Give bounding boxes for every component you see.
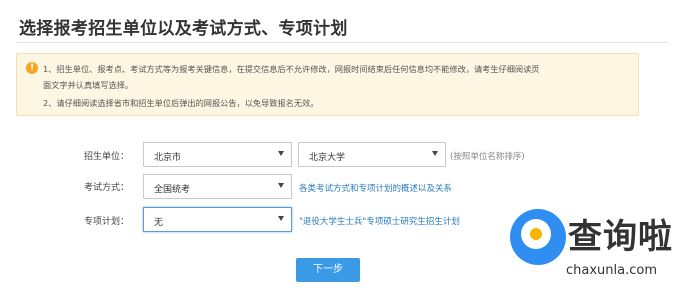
plan-label: 专项计划： <box>83 217 129 227</box>
notice-box: ! 1、招生单位、报考点、考试方式等为报考关键信息，在提交信息后不允许修改，网报… <box>16 53 639 116</box>
unit-label: 招生单位： <box>83 152 129 162</box>
title-divider <box>16 42 668 43</box>
chevron-down-icon <box>432 151 438 156</box>
notice-line-1: 1、招生单位、报考点、考试方式等为报考关键信息，在提交信息后不允许修改，网报时间… <box>43 64 540 74</box>
page-title: 选择报考招生单位以及考试方式、专项计划 <box>19 19 348 39</box>
chevron-down-icon <box>278 216 284 221</box>
province-select-value: 北京市 <box>154 153 182 163</box>
exclamation-icon: ! <box>26 62 38 74</box>
veteran-plan-link[interactable]: "退役大学生士兵"专项硕士研究生招生计划 <box>299 215 460 227</box>
special-plan-select[interactable]: 无 <box>143 207 292 232</box>
exam-overview-link[interactable]: 各类考试方式和专项计划的概述以及关系 <box>299 182 452 194</box>
chevron-down-icon <box>278 183 284 188</box>
exam-mode-select[interactable]: 全国统考 <box>143 174 292 199</box>
school-select-value: 北京大学 <box>309 153 346 163</box>
watermark-text-cn: 查询啦 <box>568 217 673 257</box>
next-step-button[interactable]: 下一步 <box>296 258 360 282</box>
exam-mode-value: 全国统考 <box>154 185 191 195</box>
search-logo-dot <box>530 228 542 240</box>
watermark-logo: 查询啦 chaxunla.com <box>506 203 676 289</box>
school-select[interactable]: 北京大学 <box>298 142 446 167</box>
special-plan-value: 无 <box>154 218 164 228</box>
unit-sort-hint: (按照单位名称排序) <box>450 152 525 162</box>
exam-label: 考试方式： <box>83 183 129 193</box>
chevron-down-icon <box>278 151 284 156</box>
province-select[interactable]: 北京市 <box>143 142 292 167</box>
notice-line-3: 2、请仔细阅读选择省市和招生单位后弹出的网报公告，以免导致报名无效。 <box>43 98 319 108</box>
notice-line-2: 面文字并认真填写选择。 <box>43 80 134 90</box>
watermark-text-en: chaxunla.com <box>566 263 657 278</box>
